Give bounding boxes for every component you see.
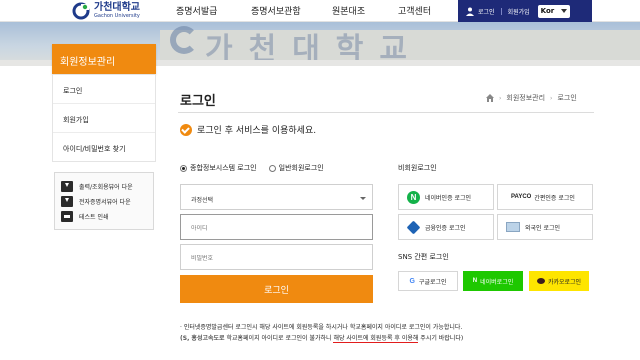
- login-button[interactable]: 로그인: [180, 275, 373, 303]
- button-label: 카카오로그인: [547, 278, 582, 286]
- nav-certificate-issue[interactable]: 증명서발급: [176, 4, 217, 17]
- naver-icon: N: [472, 278, 478, 284]
- radio-selected-icon: [180, 164, 187, 172]
- kakao-icon: [536, 278, 545, 284]
- sidebar-title: 회원정보관리: [52, 44, 156, 74]
- password-input[interactable]: [191, 255, 361, 262]
- header-signup-link[interactable]: 회원가입: [508, 7, 530, 16]
- check-circle-icon: [180, 123, 192, 136]
- university-logo[interactable]: 가천대학교 Gachon University: [72, 2, 140, 20]
- language-select[interactable]: Kor: [537, 4, 570, 18]
- banner-logo-ring: [170, 26, 198, 54]
- radio-label: 종합정보시스템 로그인: [190, 164, 257, 172]
- logo-mark-icon: [72, 2, 90, 20]
- button-label: 간편인증 로그인: [534, 194, 575, 202]
- notice-text: 로그인 후 서비스를 이용하세요.: [197, 126, 317, 136]
- printer-icon: [61, 211, 73, 222]
- title-divider: [178, 112, 594, 113]
- sidebar-item-login[interactable]: 로그인: [53, 75, 155, 104]
- page-title: 로그인: [180, 94, 216, 109]
- radio-empty-icon: [268, 164, 276, 172]
- button-label: 네이버로그인: [480, 278, 514, 286]
- quick-link-label: 출력/조회용뷰어 다운: [79, 184, 133, 191]
- course-select-value: 과정선택: [191, 197, 214, 204]
- payco-icon: PAYCO: [511, 194, 532, 200]
- info-suffix: 주시기 바랍니다): [418, 335, 464, 342]
- info-text-2: (S, 홍성고속도로 학교홈페이지 아이디로 로그인이 불가하니 해당 사이트에…: [180, 333, 464, 343]
- course-select[interactable]: 과정선택: [180, 184, 373, 210]
- chevron-down-icon: [560, 9, 567, 13]
- login-notice: 로그인 후 서비스를 이용하세요.: [180, 123, 316, 136]
- button-label: 구글로그인: [418, 278, 447, 286]
- info-text-1: · 인터넷증명발급센터 로그인시 해당 사이트에 회원등록을 하시거나 학교홈페…: [180, 324, 463, 331]
- sidebar-item-signup[interactable]: 회원가입: [53, 104, 155, 133]
- button-label: 네이버인증 로그인: [425, 194, 472, 202]
- person-icon: [466, 7, 474, 16]
- login-type-radios: 종합정보시스템 로그인 일반회원로그인: [180, 163, 324, 173]
- header-login-link[interactable]: 로그인: [478, 7, 495, 16]
- user-menu: 로그인 회원가입 Kor: [458, 0, 592, 22]
- nav-original-check[interactable]: 원본대조: [332, 4, 365, 17]
- quick-link-label: 전자증명서뷰어 다운: [79, 199, 131, 206]
- radio-label: 일반회원로그인: [278, 164, 324, 172]
- button-label: 외국인 로그인: [525, 224, 561, 232]
- chevron-right-icon: ›: [499, 94, 502, 102]
- financial-cert-login-button[interactable]: 금융인증 로그인: [398, 214, 494, 240]
- info-mid: 학교홈페이지 아이디로 로그인이 불가하니: [224, 335, 334, 342]
- chevron-down-icon: [360, 197, 366, 200]
- info-underlined: 해당 사이트에 회원등록 후 이용해: [333, 335, 419, 343]
- simple-cert-login-button[interactable]: PAYCO 간편인증 로그인: [497, 184, 593, 210]
- radio-integrated-login[interactable]: 종합정보시스템 로그인: [180, 163, 257, 173]
- quick-links: 출력/조회용뷰어 다운 전자증명서뷰어 다운 테스트 인쇄: [54, 172, 154, 230]
- download-icon: [61, 196, 73, 207]
- sidebar-menu: 로그인 회원가입 아이디/비밀번호 찾기: [52, 74, 156, 162]
- nav-customer-center[interactable]: 고객센터: [398, 4, 431, 17]
- home-icon[interactable]: [486, 94, 494, 102]
- sidebar-item-find-account[interactable]: 아이디/비밀번호 찾기: [53, 133, 155, 162]
- id-card-icon: [506, 222, 520, 232]
- breadcrumb-current: 로그인: [557, 94, 577, 102]
- top-header: 가천대학교 Gachon University 증명서발급 증명서보관함 원본대…: [0, 0, 640, 22]
- password-field[interactable]: [180, 244, 373, 270]
- google-icon: G: [409, 277, 415, 285]
- breadcrumb: › 회원정보관리 › 로그인: [486, 93, 577, 103]
- naver-icon: N: [407, 190, 420, 204]
- language-value: Kor: [540, 7, 555, 15]
- radio-general-login[interactable]: 일반회원로그인: [268, 163, 324, 173]
- quick-link-viewer[interactable]: 출력/조회용뷰어 다운: [61, 179, 153, 194]
- naver-login-button[interactable]: N 네이버로그인: [463, 271, 523, 291]
- nonmember-login-label: 비회원로그인: [398, 164, 437, 172]
- naver-cert-login-button[interactable]: N 네이버인증 로그인: [398, 184, 494, 210]
- nav-certificate-storage[interactable]: 증명서보관함: [251, 4, 301, 17]
- logo-english: Gachon University: [94, 13, 140, 19]
- divider: [500, 7, 502, 15]
- sns-login-label: SNS 간편 로그인: [398, 253, 449, 261]
- foreigner-login-button[interactable]: 외국인 로그인: [497, 214, 593, 240]
- quick-link-e-viewer[interactable]: 전자증명서뷰어 다운: [61, 194, 153, 209]
- logo-korean: 가천대학교: [94, 2, 140, 13]
- id-field[interactable]: [180, 214, 373, 240]
- id-input[interactable]: [191, 225, 361, 232]
- chevron-right-icon: ›: [550, 94, 553, 102]
- google-login-button[interactable]: G 구글로그인: [398, 271, 458, 291]
- financial-cert-icon: [406, 220, 421, 234]
- breadcrumb-item[interactable]: 회원정보관리: [506, 93, 545, 103]
- button-label: 금융인증 로그인: [425, 224, 466, 232]
- quick-link-label: 테스트 인쇄: [79, 214, 109, 221]
- info-prefix: (S, 홍성고속도로: [180, 335, 225, 342]
- download-icon: [61, 181, 73, 192]
- kakao-login-button[interactable]: 카카오로그인: [529, 271, 589, 291]
- quick-link-test-print[interactable]: 테스트 인쇄: [61, 209, 153, 224]
